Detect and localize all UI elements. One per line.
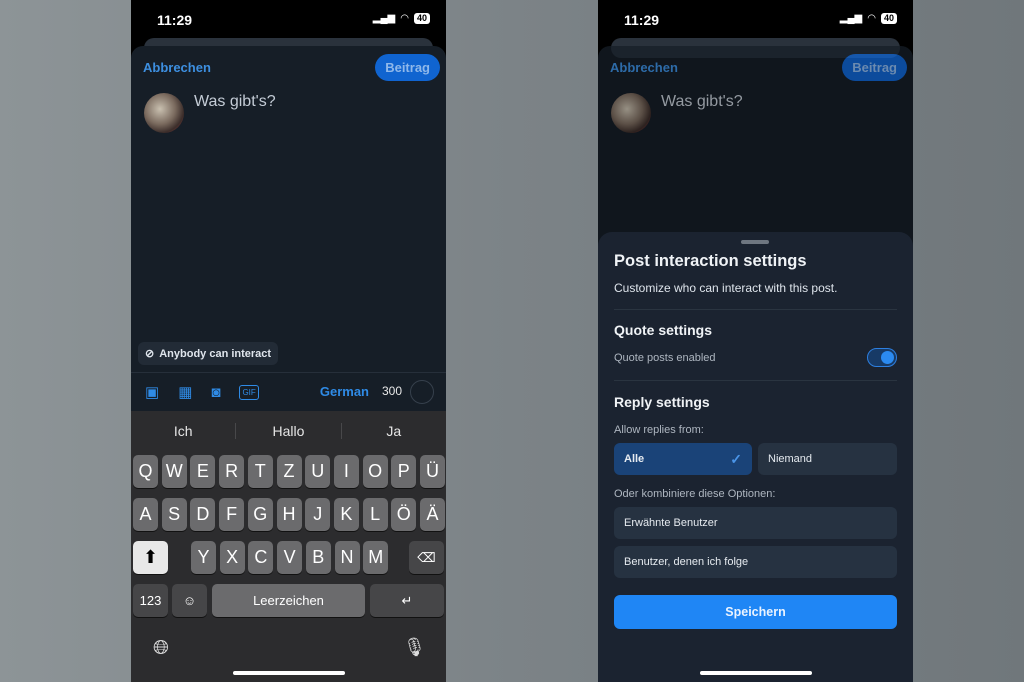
space-key[interactable]: Leerzeichen: [212, 584, 365, 617]
key-n[interactable]: N: [334, 541, 360, 574]
key-c[interactable]: C: [248, 541, 274, 574]
key-ä[interactable]: Ä: [420, 498, 445, 531]
key-k[interactable]: K: [333, 498, 359, 531]
home-indicator: [700, 671, 812, 675]
numbers-key[interactable]: 123: [133, 584, 168, 617]
interaction-settings-chip[interactable]: ⊘ Anybody can interact: [138, 342, 279, 365]
combine-label: Oder kombiniere diese Optionen:: [614, 488, 776, 500]
compose-toolbar: ▣ ▦ ◙ GIF German 300: [131, 372, 446, 411]
character-count: 300: [381, 384, 402, 398]
option-label: Alle: [624, 453, 645, 465]
status-time: 11:29: [157, 12, 193, 28]
status-bar: 11:29 ▂▄▆ ◠ 40: [131, 0, 446, 40]
progress-ring: [410, 380, 434, 404]
key-j[interactable]: J: [305, 498, 331, 531]
chip-label: Anybody can interact: [159, 347, 272, 360]
key-w[interactable]: W: [161, 455, 187, 488]
quote-posts-label: Quote posts enabled: [614, 352, 716, 364]
keyboard: Ich Hallo Ja ⬆ ⌫ 123 ☺ Leerzeichen ↵ 🌐︎ …: [131, 411, 446, 682]
backspace-key[interactable]: ⌫: [409, 541, 444, 574]
option-mentioned-users[interactable]: Erwähnte Benutzer: [614, 507, 897, 539]
sheet-subtitle: Customize who can interact with this pos…: [614, 281, 838, 295]
suggestion[interactable]: Ja: [342, 423, 446, 439]
globe-icon[interactable]: 🌐︎: [153, 637, 169, 660]
key-i[interactable]: I: [333, 455, 359, 488]
shift-key[interactable]: ⬆: [133, 541, 168, 574]
quote-posts-toggle[interactable]: [867, 348, 897, 367]
key-r[interactable]: R: [219, 455, 245, 488]
return-key[interactable]: ↵: [370, 584, 444, 617]
key-f[interactable]: F: [219, 498, 245, 531]
quote-settings-heading: Quote settings: [614, 322, 713, 338]
divider: [614, 380, 897, 381]
key-a[interactable]: A: [133, 498, 158, 531]
key-t[interactable]: T: [247, 455, 273, 488]
key-p[interactable]: P: [391, 455, 417, 488]
suggestion[interactable]: Ich: [131, 423, 237, 439]
key-l[interactable]: L: [362, 498, 388, 531]
status-bar: 11:29 ▂▄▆ ◠ 40: [598, 0, 913, 40]
phone-compose: 11:29 ▂▄▆ ◠ 40 Abbrechen Beitrag Was gibt'…: [131, 0, 446, 682]
save-button[interactable]: Speichern: [614, 595, 897, 629]
option-followed-users[interactable]: Benutzer, denen ich folge: [614, 546, 897, 578]
key-d[interactable]: D: [190, 498, 216, 531]
gif-icon[interactable]: GIF: [239, 384, 259, 400]
key-g[interactable]: G: [247, 498, 273, 531]
key-e[interactable]: E: [190, 455, 216, 488]
battery-icon: 40: [413, 13, 430, 24]
status-time: 11:29: [624, 12, 660, 28]
key-q[interactable]: Q: [133, 455, 158, 488]
checkmark-icon: ✓: [730, 450, 742, 467]
key-b[interactable]: B: [305, 541, 331, 574]
key-s[interactable]: S: [161, 498, 187, 531]
key-u[interactable]: U: [305, 455, 331, 488]
battery-icon: 40: [880, 13, 897, 24]
wifi-icon: ◠: [867, 13, 876, 24]
cancel-button[interactable]: Abbrechen: [610, 60, 678, 75]
key-ü[interactable]: Ü: [420, 455, 445, 488]
allow-replies-label: Allow replies from:: [614, 424, 704, 436]
phone-settings: 11:29 ▂▄▆ ◠ 40 Abbrechen Beitrag Was gibt'…: [598, 0, 913, 682]
sheet-title: Post interaction settings: [614, 252, 807, 270]
image-icon[interactable]: ▣: [145, 383, 159, 401]
drag-handle[interactable]: [741, 240, 769, 244]
post-button[interactable]: Beitrag: [842, 54, 907, 81]
signal-icon: ▂▄▆: [839, 13, 863, 24]
camera-icon[interactable]: ◙: [211, 384, 220, 401]
avatar: [144, 93, 184, 133]
key-m[interactable]: M: [363, 541, 389, 574]
emoji-key[interactable]: ☺: [172, 584, 207, 617]
post-text-input[interactable]: Was gibt's?: [194, 93, 276, 111]
interaction-settings-sheet: Post interaction settings Customize who …: [598, 232, 913, 682]
key-z[interactable]: Z: [276, 455, 302, 488]
key-o[interactable]: O: [362, 455, 388, 488]
reply-option-all[interactable]: Alle ✓: [614, 443, 752, 475]
cancel-button[interactable]: Abbrechen: [143, 60, 211, 75]
reply-option-none[interactable]: Niemand: [758, 443, 897, 475]
signal-icon: ▂▄▆: [372, 13, 396, 24]
post-button[interactable]: Beitrag: [375, 54, 440, 81]
key-ö[interactable]: Ö: [391, 498, 417, 531]
globe-icon: ⊘: [145, 348, 155, 360]
microphone-icon[interactable]: 🎙︎: [403, 637, 426, 658]
suggestion[interactable]: Hallo: [236, 423, 342, 439]
suggestion-bar: Ich Hallo Ja: [131, 411, 446, 451]
key-x[interactable]: X: [219, 541, 245, 574]
key-y[interactable]: Y: [191, 541, 216, 574]
divider: [614, 309, 897, 310]
reply-settings-heading: Reply settings: [614, 394, 710, 410]
wifi-icon: ◠: [400, 13, 409, 24]
avatar: [611, 93, 651, 133]
key-v[interactable]: V: [277, 541, 303, 574]
key-h[interactable]: H: [276, 498, 302, 531]
home-indicator: [233, 671, 345, 675]
language-button[interactable]: German: [320, 384, 369, 399]
video-icon[interactable]: ▦: [178, 383, 192, 401]
post-text-input[interactable]: Was gibt's?: [661, 93, 743, 111]
